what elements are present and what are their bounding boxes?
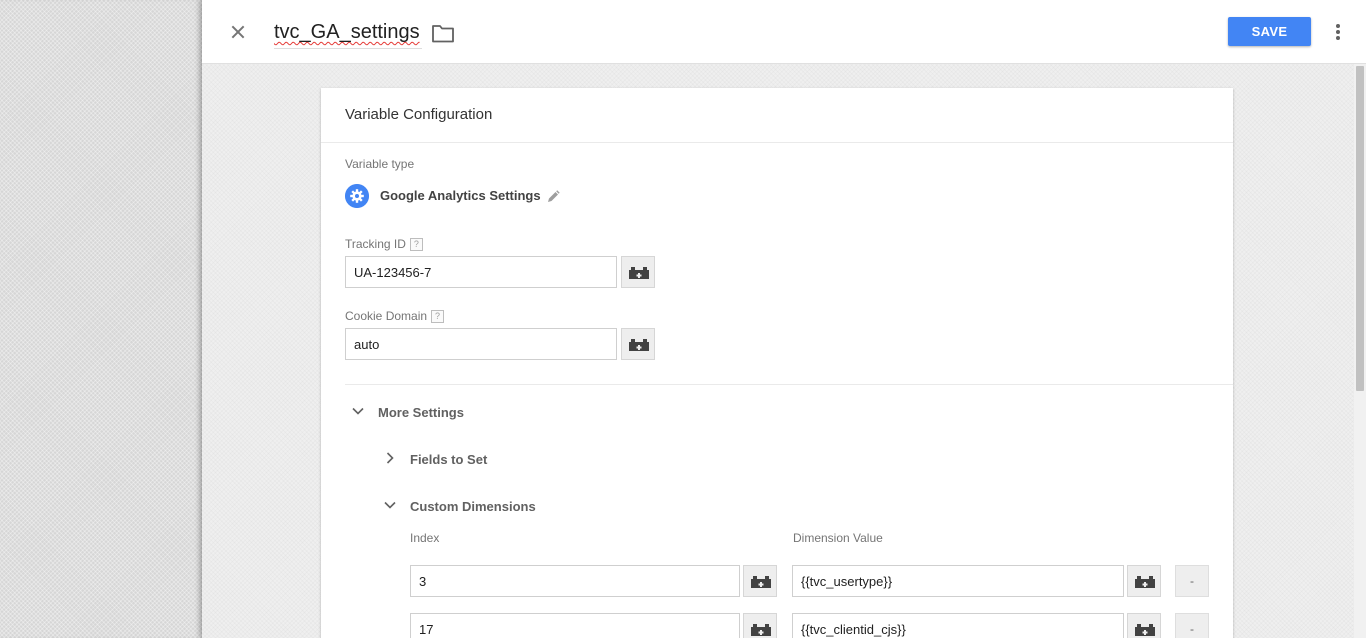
index-column-header: Index (410, 531, 440, 545)
cookie-domain-input[interactable] (345, 328, 617, 360)
help-icon[interactable]: ? (409, 238, 423, 251)
variable-configuration-card: Variable Configuration Variable type Goo… (321, 88, 1233, 638)
section-divider (345, 384, 1233, 385)
chevron-down-icon[interactable] (383, 498, 397, 512)
dimension-value-input[interactable] (792, 613, 1124, 638)
variable-type-name[interactable]: Google Analytics Settings (380, 188, 541, 203)
chevron-down-icon[interactable] (351, 404, 365, 418)
dimension-index-variable-button[interactable] (743, 613, 777, 638)
dimension-value-variable-button[interactable] (1127, 565, 1161, 597)
more-settings-toggle[interactable]: More Settings (378, 405, 464, 420)
dimension-index-variable-button[interactable] (743, 565, 777, 597)
dimension-value-input[interactable] (792, 565, 1124, 597)
custom-dimensions-toggle[interactable]: Custom Dimensions (410, 499, 536, 514)
scrollbar-thumb[interactable] (1356, 66, 1364, 391)
dimension-value-column-header: Dimension Value (793, 531, 883, 545)
remove-row-button[interactable]: - (1175, 613, 1209, 638)
editor-topbar: tvc_GA_settings SAVE (202, 0, 1366, 64)
dimension-index-input[interactable] (410, 565, 740, 597)
variable-brick-icon (629, 267, 649, 279)
variable-editor-panel: tvc_GA_settings SAVE Variable Configurat… (202, 0, 1366, 638)
pencil-icon[interactable] (545, 189, 561, 205)
more-vert-icon[interactable] (1328, 20, 1348, 44)
tracking-id-label-text: Tracking ID (345, 237, 406, 251)
gear-icon (345, 184, 369, 208)
tracking-id-label: Tracking ID? (345, 237, 423, 251)
cookie-domain-label: Cookie Domain? (345, 309, 445, 323)
remove-row-button[interactable]: - (1175, 565, 1209, 597)
variable-brick-icon (1135, 576, 1155, 588)
tracking-id-input[interactable] (345, 256, 617, 288)
card-title: Variable Configuration (345, 106, 493, 123)
variable-brick-icon (629, 339, 649, 351)
cookie-domain-variable-button[interactable] (621, 328, 655, 360)
variable-name-field[interactable]: tvc_GA_settings (274, 19, 422, 49)
fields-to-set-toggle[interactable]: Fields to Set (410, 452, 487, 467)
dimension-index-input[interactable] (410, 613, 740, 638)
scrollbar[interactable] (1354, 64, 1366, 638)
variable-brick-icon (751, 624, 771, 636)
variable-brick-icon (751, 576, 771, 588)
save-button[interactable]: SAVE (1228, 17, 1311, 46)
chevron-right-icon[interactable] (383, 451, 397, 465)
dimension-value-variable-button[interactable] (1127, 613, 1161, 638)
card-header: Variable Configuration (321, 88, 1233, 143)
variable-type-label: Variable type (345, 157, 415, 171)
folder-icon[interactable] (431, 22, 455, 44)
variable-name-text: tvc_GA_settings (274, 21, 420, 43)
tracking-id-variable-button[interactable] (621, 256, 655, 288)
variable-brick-icon (1135, 624, 1155, 636)
help-icon[interactable]: ? (431, 310, 445, 323)
cookie-domain-label-text: Cookie Domain (345, 309, 428, 323)
background-overlay (0, 0, 202, 638)
close-icon[interactable] (226, 20, 250, 44)
